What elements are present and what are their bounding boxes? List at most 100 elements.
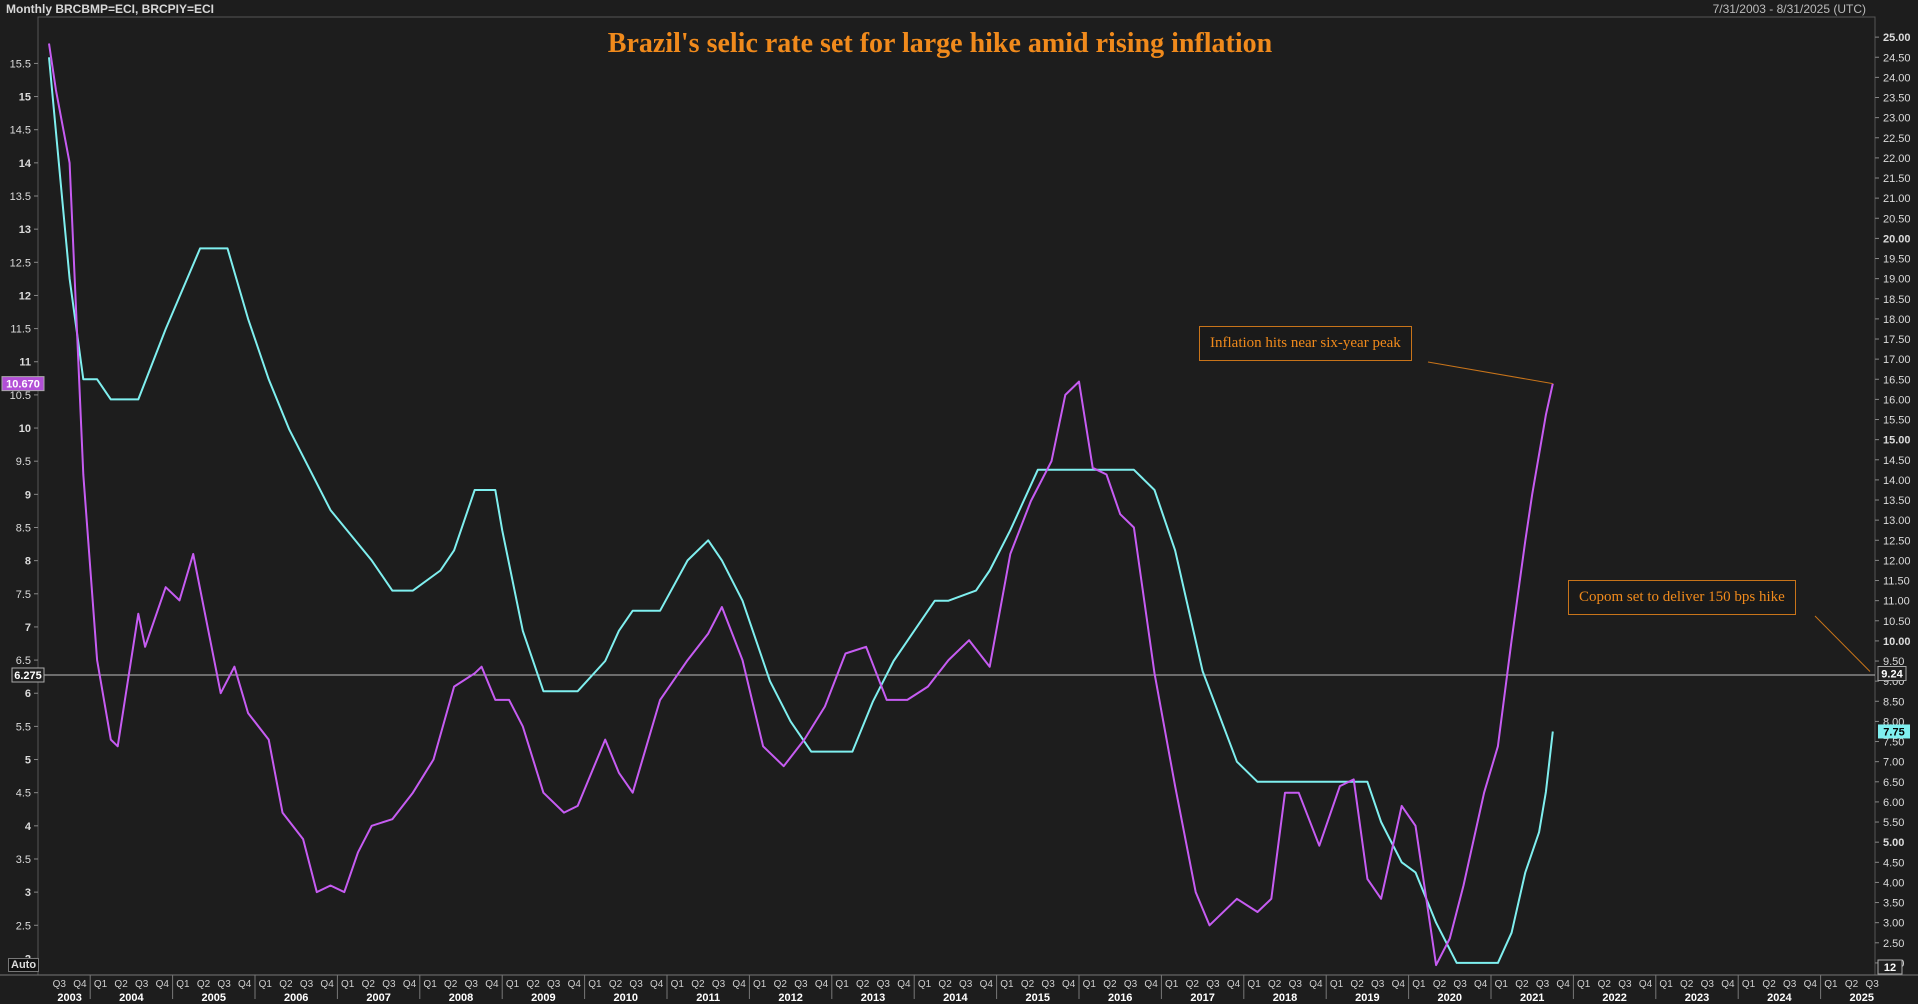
left-axis-tick-label: 10: [19, 423, 31, 435]
x-quarter-label: Q1: [918, 979, 932, 990]
x-quarter-label: Q1: [588, 979, 602, 990]
right-axis-tick-label: 22.00: [1883, 153, 1911, 165]
x-quarter-label: Q1: [1165, 979, 1179, 990]
left-axis-tick-label: 8.5: [16, 522, 31, 534]
right-axis-tick-label: 25.00: [1883, 32, 1911, 44]
x-quarter-label: Q4: [815, 979, 829, 990]
x-quarter-label: Q3: [1453, 979, 1467, 990]
x-quarter-label: Q4: [980, 979, 994, 990]
x-quarter-label: Q2: [526, 979, 540, 990]
left-axis-tick-label: 7: [25, 622, 31, 634]
left-axis-tick-label: 4.5: [16, 788, 31, 800]
chart-window: Monthly BRCBMP=ECI, BRCPIY=ECI 7/31/2003…: [0, 0, 1918, 1004]
right-axis-tick-label: 13.50: [1883, 495, 1911, 507]
right-axis-tick-label: 18.50: [1883, 294, 1911, 306]
right-axis-tick-label: 14.50: [1883, 455, 1911, 467]
left-last-value-flag: 10.670: [6, 379, 40, 391]
x-quarter-label: Q2: [856, 979, 870, 990]
right-axis-tick-label: 12.50: [1883, 535, 1911, 547]
x-quarter-label: Q2: [691, 979, 705, 990]
right-bottom-flag: 12: [1884, 962, 1896, 974]
x-year-label: 2012: [778, 992, 802, 1004]
x-year-label: 2013: [861, 992, 885, 1004]
left-axis-tick-label: 13.5: [10, 191, 31, 203]
right-axis-tick-label: 11.50: [1883, 576, 1910, 588]
x-quarter-label: Q2: [197, 979, 211, 990]
left-axis-tick-label: 15.5: [10, 58, 31, 70]
left-axis-tick-label: 14: [19, 158, 32, 170]
x-year-label: 2025: [1850, 992, 1874, 1004]
left-crosshair-flag: 6.275: [14, 670, 42, 682]
x-quarter-label: Q2: [1762, 979, 1776, 990]
x-quarter-label: Q3: [1124, 979, 1138, 990]
right-axis-tick-label: 6.00: [1883, 797, 1904, 809]
x-year-label: 2008: [449, 992, 473, 1004]
x-quarter-label: Q1: [1330, 979, 1344, 990]
auto-scale-toggle[interactable]: Auto: [8, 958, 40, 972]
x-quarter-label: Q4: [238, 979, 252, 990]
annotation-inflation-peak: Inflation hits near six-year peak: [1199, 326, 1412, 361]
x-year-label: 2024: [1767, 992, 1792, 1004]
right-axis-tick-label: 18.00: [1883, 314, 1911, 326]
x-quarter-label: Q4: [897, 979, 911, 990]
x-quarter-label: Q3: [1371, 979, 1385, 990]
chart-canvas[interactable]: 15.5 15 14.5 14 13.5 13 12.5 12 11.5 11 10.5 10 9.5 9…: [0, 0, 1918, 1004]
right-crosshair-flag: 9.24: [1881, 668, 1903, 680]
right-axis-tick-label: 15.00: [1883, 435, 1911, 447]
x-quarter-label: Q4: [1556, 979, 1570, 990]
right-last-value-flag: 7.75: [1883, 726, 1904, 738]
right-axis-tick-label: 16.50: [1883, 374, 1911, 386]
annotation-copom-hike: Copom set to deliver 150 bps hike: [1568, 580, 1796, 615]
x-quarter-label: Q4: [1392, 979, 1406, 990]
x-quarter-label: Q3: [300, 979, 314, 990]
x-year-label: 2018: [1273, 992, 1297, 1004]
left-axis-tick-label: 14.5: [10, 125, 31, 137]
x-year-label: 2017: [1190, 992, 1214, 1004]
right-axis-tick-label: 14.00: [1883, 475, 1911, 487]
right-axis-tick-label: 21.50: [1883, 173, 1911, 185]
x-quarter-label: Q4: [1144, 979, 1158, 990]
x-year-label: 2019: [1355, 992, 1379, 1004]
left-axis-tick-label: 9: [25, 489, 31, 501]
left-axis-tick-label: 11: [19, 357, 31, 369]
left-axis-tick-label: 12.5: [10, 257, 31, 269]
x-year-label: 2006: [284, 992, 308, 1004]
x-quarter-label: Q4: [156, 979, 170, 990]
right-axis-tick-label: 15.50: [1883, 415, 1911, 427]
left-axis-tick-label: 9.5: [16, 456, 31, 468]
inflation-series-line: [48, 43, 1554, 967]
left-axis-tick-label: 11.5: [10, 324, 31, 336]
right-axis-tick-label: 19.00: [1883, 274, 1911, 286]
x-quarter-label: Q2: [1186, 979, 1200, 990]
x-quarter-label: Q1: [423, 979, 437, 990]
x-quarter-label: Q3: [959, 979, 973, 990]
x-quarter-label: Q2: [444, 979, 458, 990]
x-quarter-label: Q4: [732, 979, 746, 990]
x-quarter-label: Q4: [73, 979, 87, 990]
x-year-label: 2014: [943, 992, 968, 1004]
x-year-label: 2009: [531, 992, 555, 1004]
right-axis-tick-label: 17.00: [1883, 354, 1911, 366]
x-quarter-label: Q1: [1742, 979, 1756, 990]
x-quarter-label: Q3: [547, 979, 561, 990]
x-quarter-label: Q2: [1021, 979, 1035, 990]
x-year-label: 2016: [1108, 992, 1132, 1004]
right-axis-tick-label: 24.00: [1883, 72, 1911, 84]
x-quarter-label: Q4: [1309, 979, 1323, 990]
x-quarter-label: Q2: [938, 979, 952, 990]
x-quarter-label: Q2: [279, 979, 293, 990]
x-quarter-label: Q4: [1804, 979, 1818, 990]
x-quarter-label: Q3: [794, 979, 808, 990]
x-quarter-label: Q2: [1433, 979, 1447, 990]
x-quarter-label: Q4: [1474, 979, 1488, 990]
x-quarter-label: Q2: [1103, 979, 1117, 990]
left-axis-tick-label: 6.5: [16, 655, 31, 667]
x-quarter-label: Q2: [1680, 979, 1694, 990]
left-axis-tick-label: 8: [25, 556, 31, 568]
left-axis-tick-label: 13: [19, 224, 31, 236]
x-quarter-label: Q2: [1845, 979, 1859, 990]
x-quarter-label: Q4: [1721, 979, 1735, 990]
x-quarter-label: Q1: [1000, 979, 1014, 990]
x-quarter-label: Q1: [94, 979, 108, 990]
x-year-label: 2004: [119, 992, 144, 1004]
